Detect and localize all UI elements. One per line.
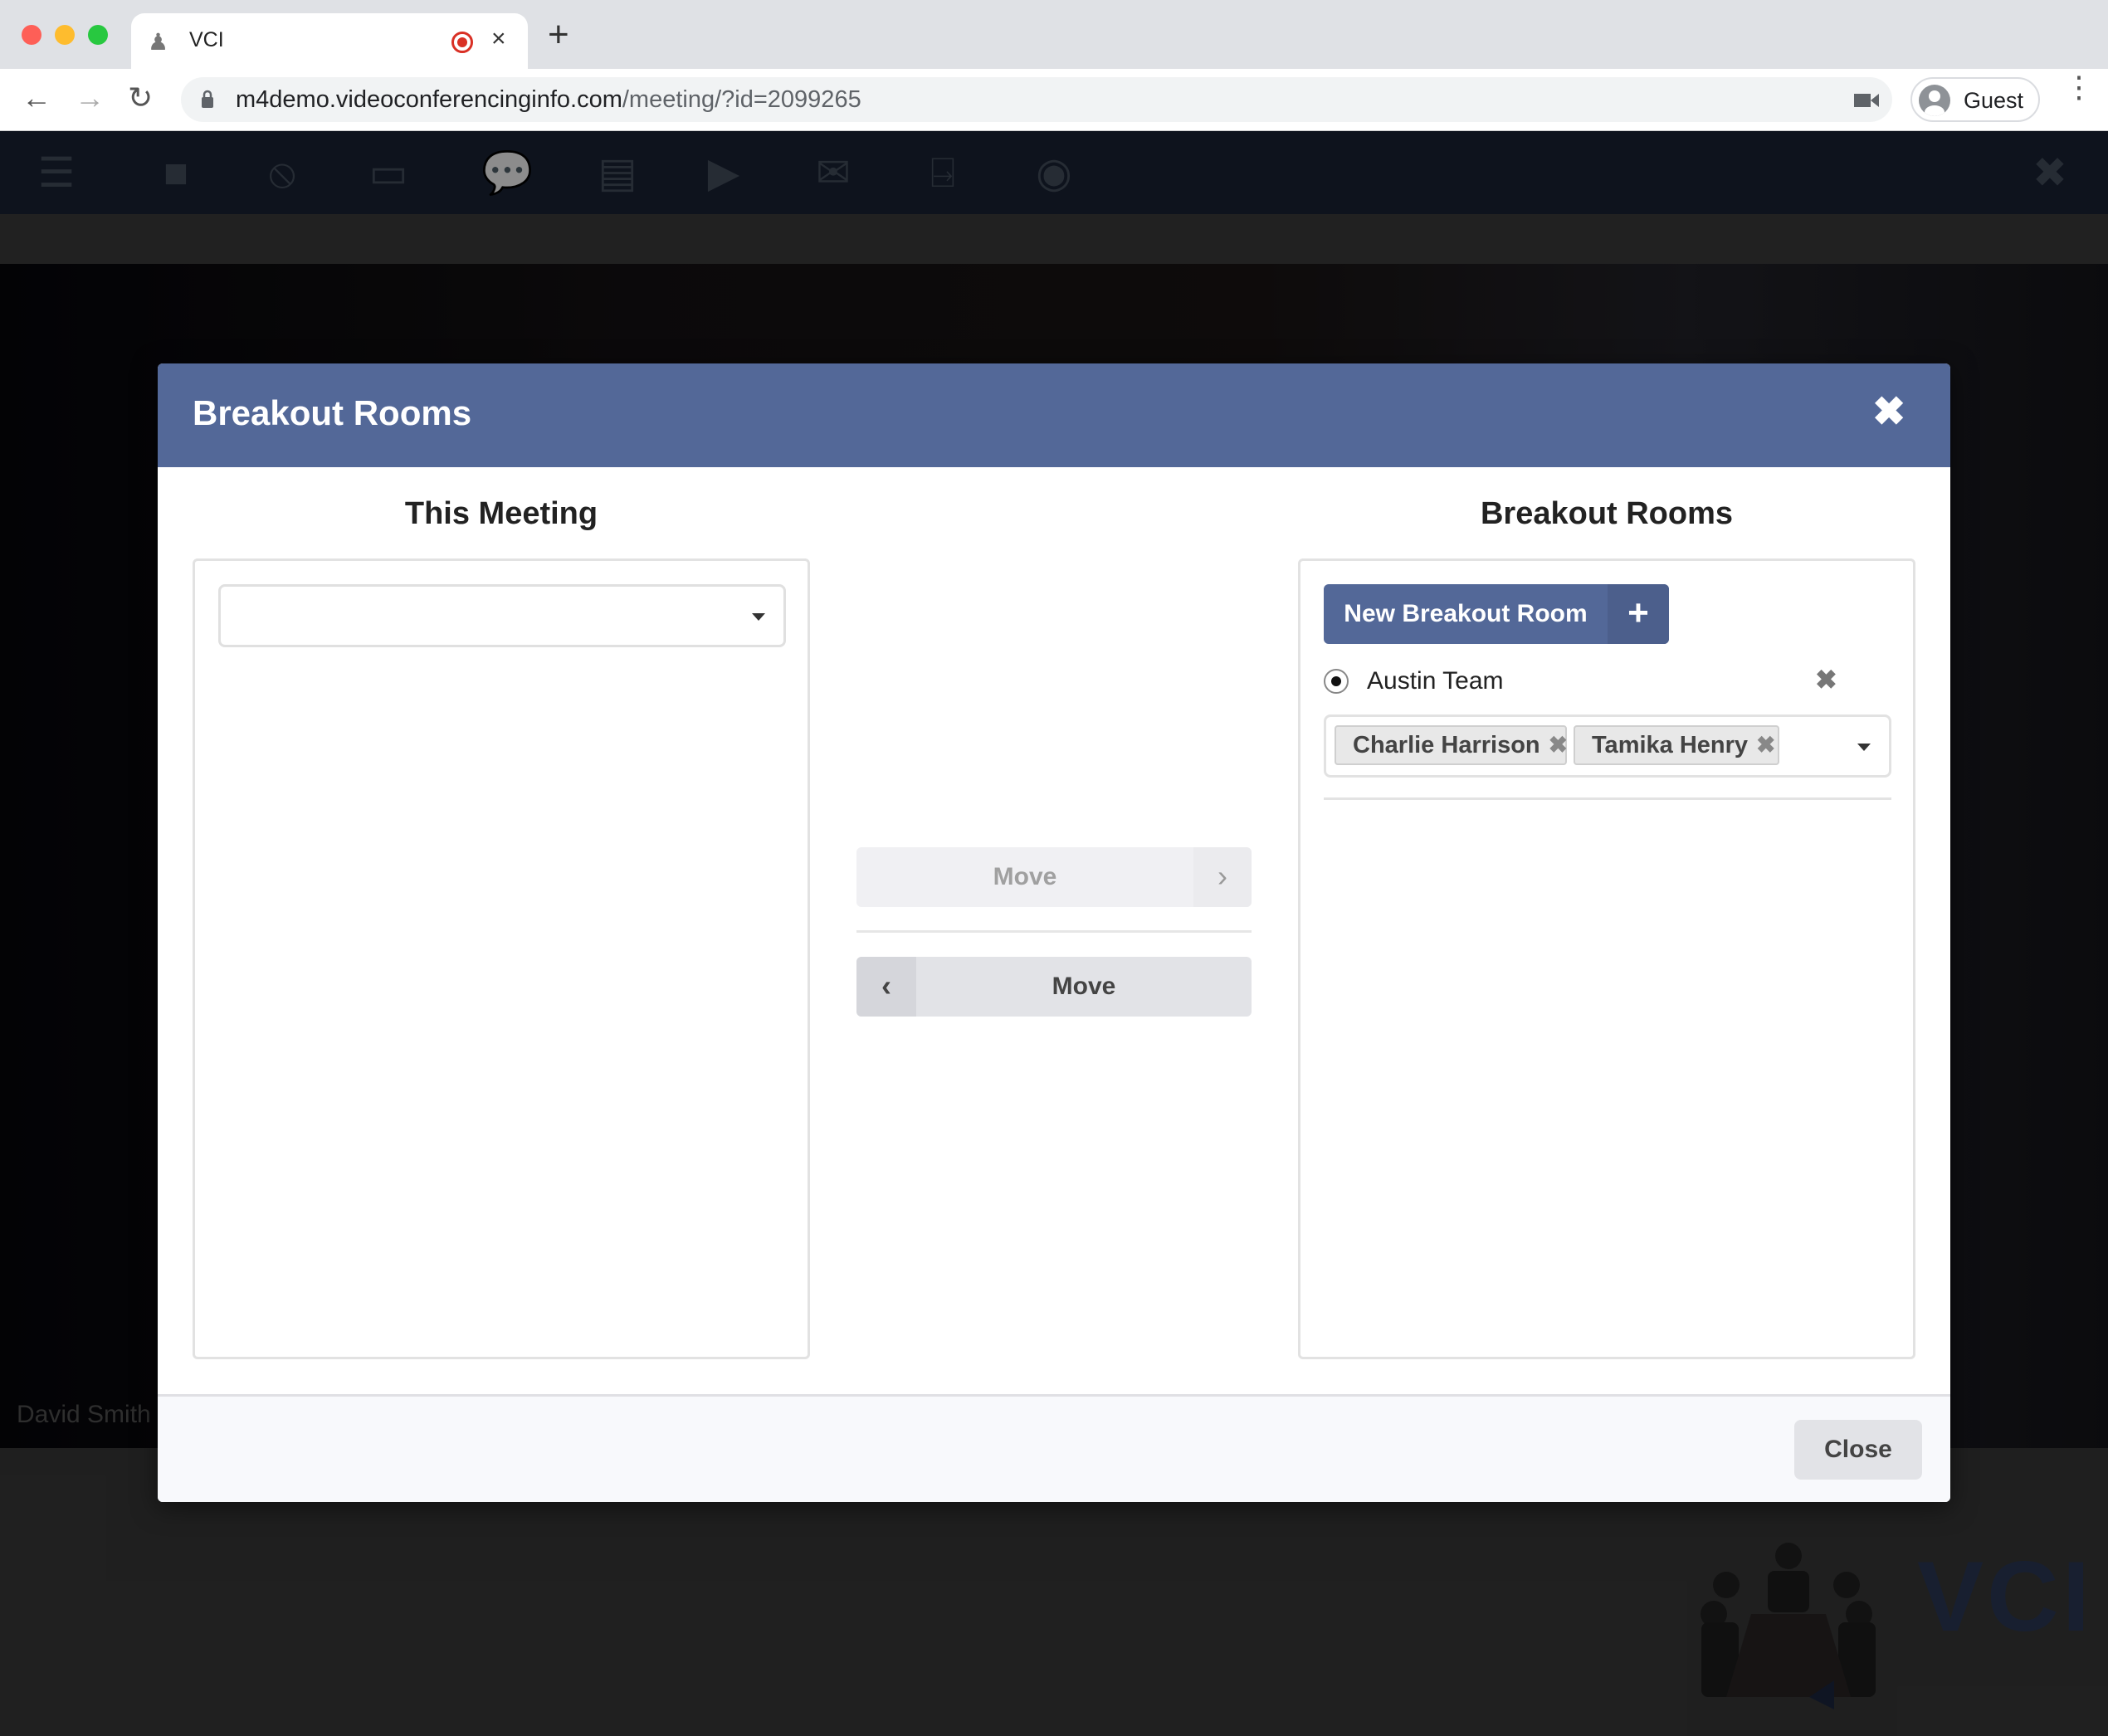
remove-member-icon[interactable]: ✖: [1549, 732, 1568, 758]
this-meeting-heading: This Meeting: [404, 496, 598, 531]
move-to-breakout-button[interactable]: Move ›: [856, 847, 1252, 907]
window-close-button[interactable]: [22, 25, 41, 45]
profile-button[interactable]: Guest: [1910, 77, 2040, 122]
dialog-footer: Close: [158, 1394, 1950, 1502]
vci-favicon-icon: ♟: [148, 29, 169, 55]
divider: [1324, 797, 1891, 800]
browser-tab-bar: ♟ VCI × +: [0, 0, 2108, 69]
meeting-participants-select[interactable]: [218, 584, 786, 647]
window-minimize-button[interactable]: [55, 25, 75, 45]
browser-menu-icon[interactable]: ⋮: [2064, 72, 2094, 102]
url-host: m4demo.videoconferencinginfo.com: [236, 86, 622, 113]
breakout-rooms-dialog: Breakout Rooms ✖ This Meeting Breakout R…: [158, 363, 1950, 1502]
member-name: Tamika Henry: [1592, 732, 1749, 758]
forward-button[interactable]: →: [75, 80, 105, 115]
member-name: Charlie Harrison: [1353, 732, 1540, 758]
room-name: Austin Team: [1367, 667, 1504, 695]
room-members-select[interactable]: Charlie Harrison ✖ Tamika Henry ✖: [1324, 714, 1891, 778]
profile-avatar-icon: [1919, 85, 1950, 116]
move-left-label: Move: [1052, 973, 1116, 1000]
new-breakout-room-button[interactable]: New Breakout Room +: [1324, 584, 1669, 644]
move-to-meeting-button[interactable]: ‹ Move: [856, 957, 1252, 1017]
delete-room-icon[interactable]: ✖: [1815, 664, 1837, 695]
this-meeting-panel: [193, 558, 810, 1359]
member-chip: Tamika Henry ✖: [1574, 725, 1779, 765]
dialog-close-icon[interactable]: ✖: [1872, 388, 1905, 435]
breakout-rooms-heading: Breakout Rooms: [1480, 496, 1734, 531]
member-chip: Charlie Harrison ✖: [1335, 725, 1568, 765]
dialog-title: Breakout Rooms: [193, 393, 472, 432]
camera-in-use-icon[interactable]: [1854, 92, 1879, 109]
close-button[interactable]: Close: [1794, 1420, 1922, 1480]
browser-tab[interactable]: ♟ VCI ×: [131, 13, 528, 69]
browser-toolbar: ← → ↻ m4demo.videoconferencinginfo.com/m…: [0, 69, 2108, 131]
window-maximize-button[interactable]: [88, 25, 108, 45]
chevron-left-icon: ‹: [856, 957, 916, 1017]
chevron-down-icon: [752, 613, 765, 621]
new-breakout-room-label: New Breakout Room: [1344, 600, 1588, 627]
url-path: /meeting/?id=2099265: [622, 86, 861, 113]
reload-button[interactable]: ↻: [128, 80, 153, 115]
profile-label: Guest: [1964, 88, 2024, 113]
chevron-right-icon: ›: [1193, 847, 1252, 907]
tab-title: VCI: [189, 28, 224, 51]
lock-icon: [202, 90, 213, 108]
back-button[interactable]: ←: [22, 80, 51, 115]
tab-close-icon[interactable]: ×: [491, 25, 506, 53]
room-select-radio[interactable]: [1324, 669, 1349, 694]
remove-member-icon[interactable]: ✖: [1756, 732, 1775, 758]
plus-icon: +: [1608, 584, 1669, 644]
recording-indicator-icon: [451, 32, 473, 53]
dialog-header: Breakout Rooms ✖: [158, 363, 1950, 467]
new-tab-button[interactable]: +: [548, 17, 569, 53]
divider: [856, 930, 1252, 933]
address-bar[interactable]: m4demo.videoconferencinginfo.com/meeting…: [181, 77, 1892, 122]
url-text[interactable]: m4demo.videoconferencinginfo.com/meeting…: [236, 86, 861, 114]
chevron-down-icon: [1857, 744, 1871, 751]
move-right-label: Move: [993, 863, 1057, 890]
breakout-rooms-panel: New Breakout Room + Austin Team ✖ Charli…: [1298, 558, 1915, 1359]
